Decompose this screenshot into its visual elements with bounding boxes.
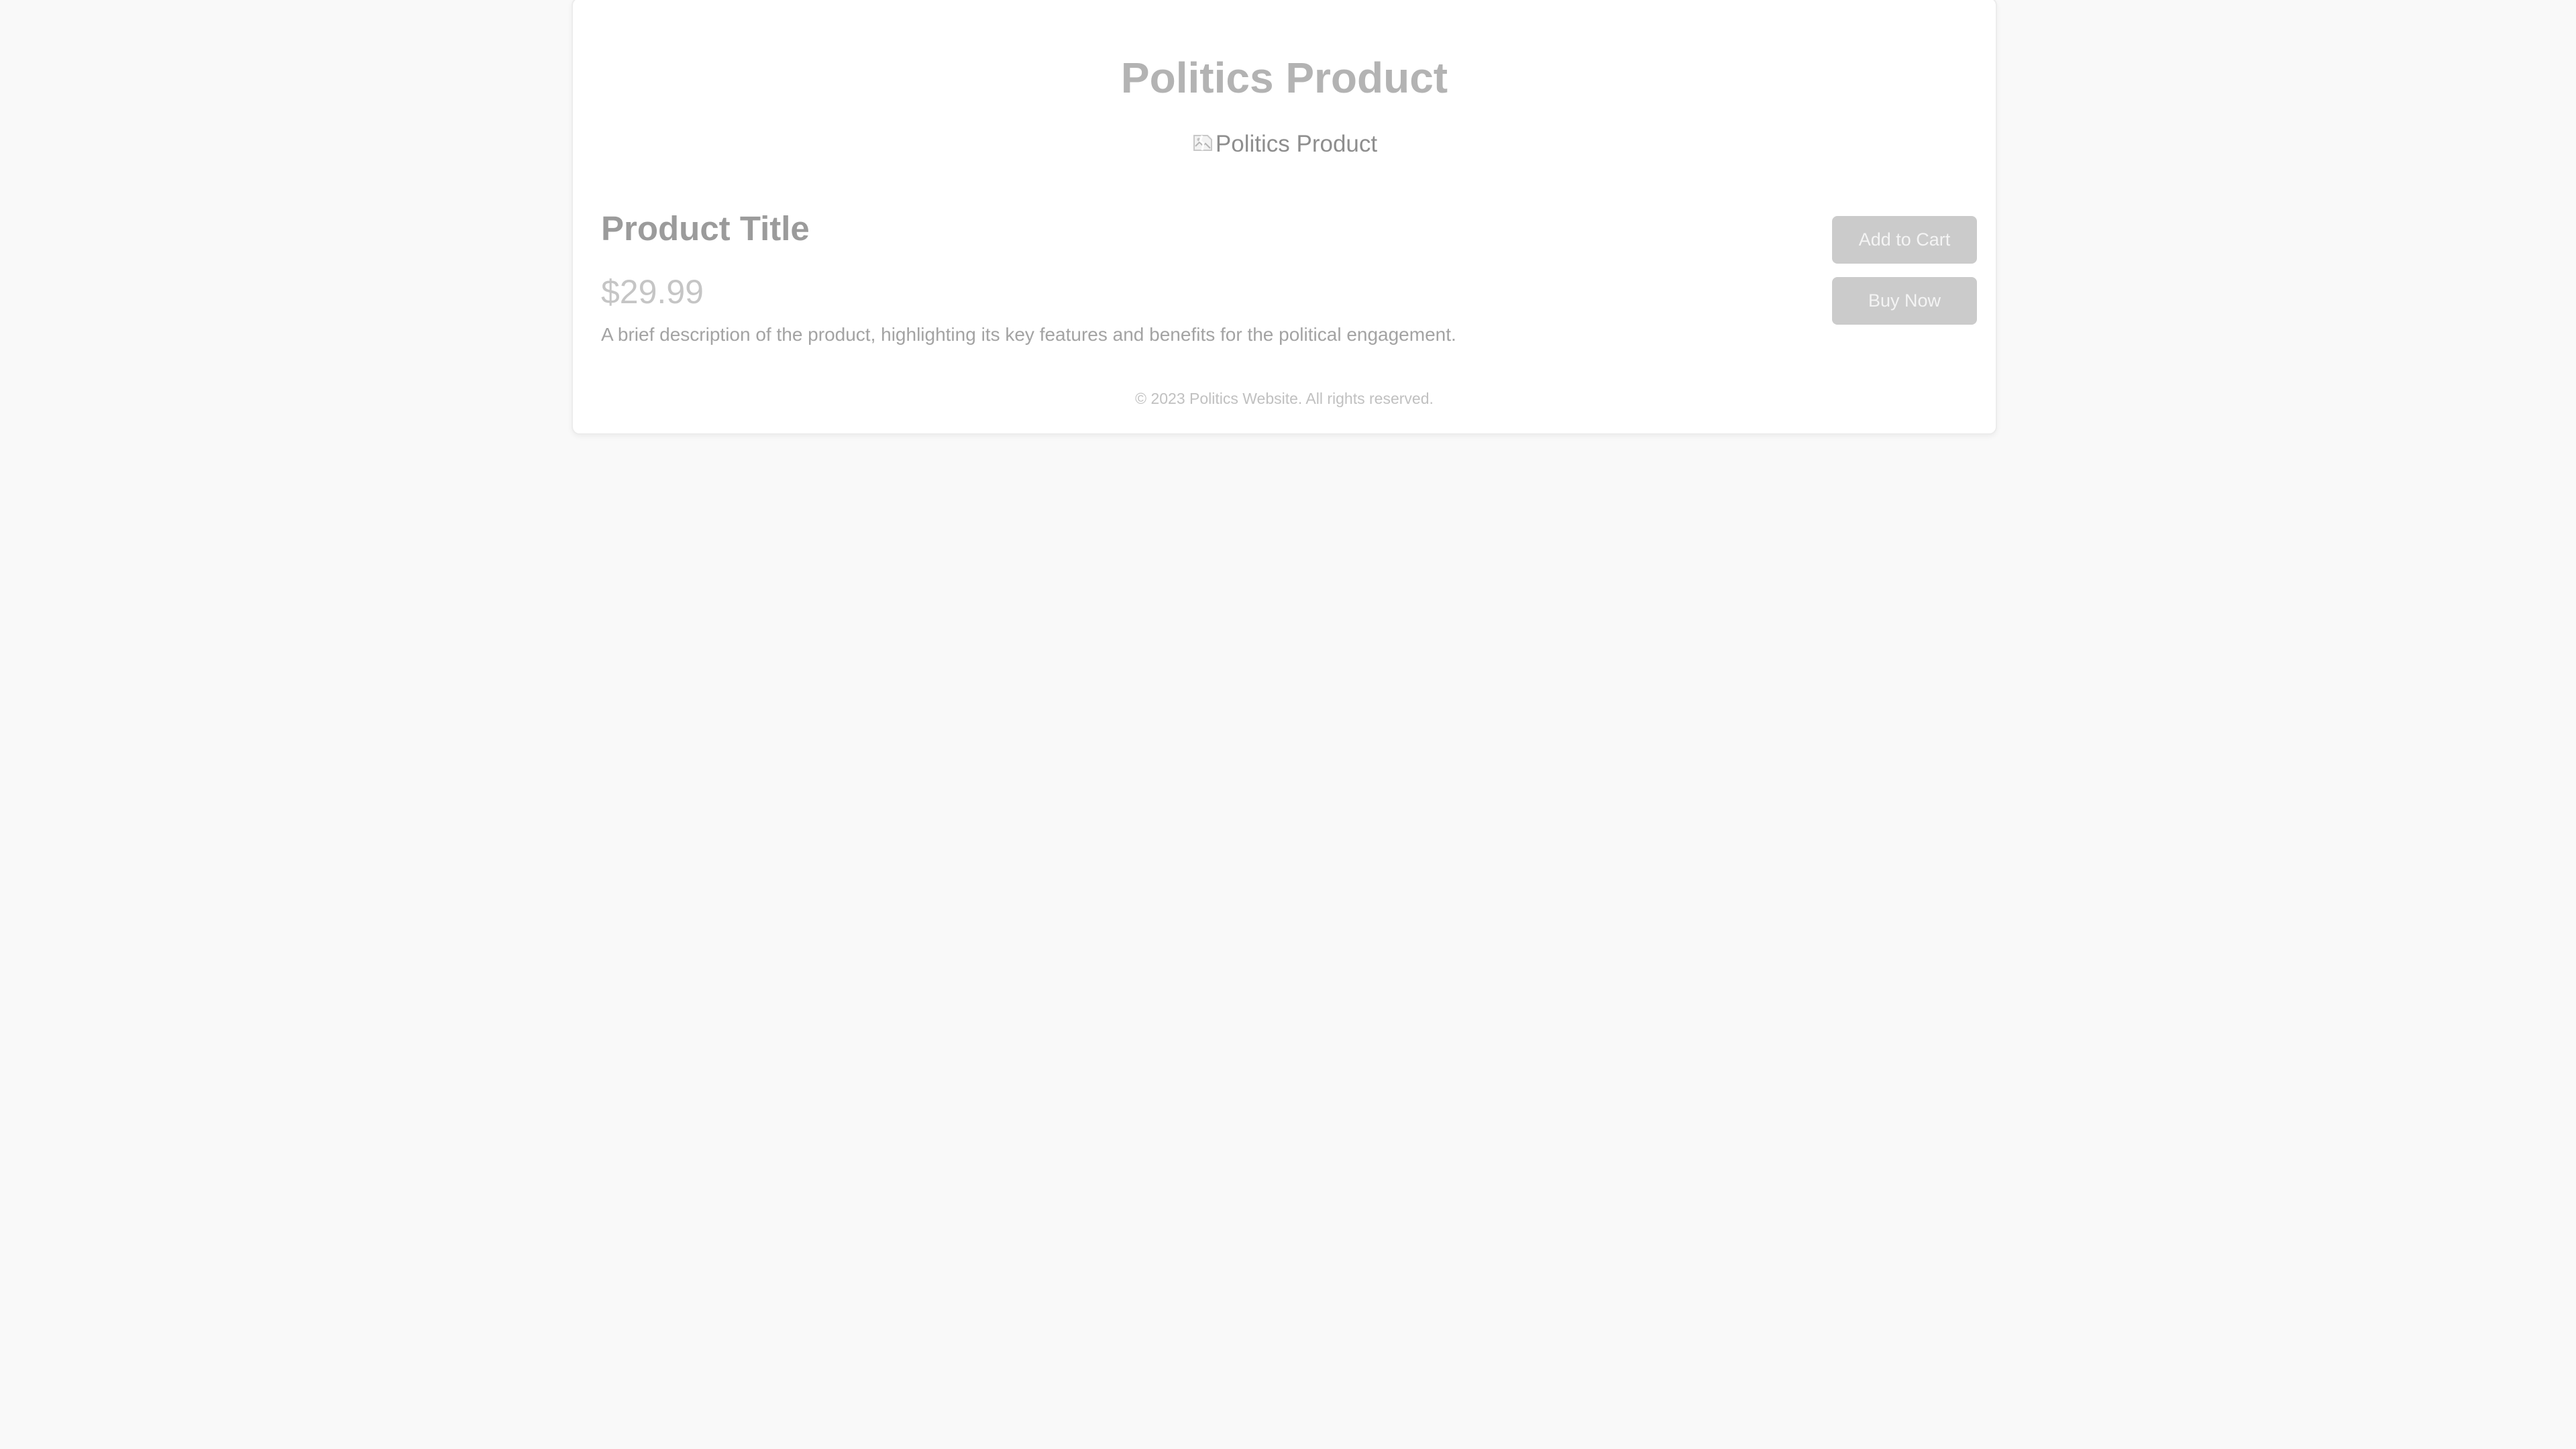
product-image: Politics Product [573,130,1996,158]
page-title: Politics Product [1120,54,1448,102]
footer-copyright: © 2023 Politics Website. All rights rese… [1135,390,1434,407]
product-image-alt-text: Politics Product [1215,131,1378,157]
product-price: $29.99 [601,273,704,311]
product-title: Product Title [601,209,810,248]
broken-image-icon [1191,131,1214,154]
add-to-cart-button[interactable]: Add to Cart [1832,216,1977,264]
product-card: Politics Product Politics Product Produc… [572,0,1997,435]
product-description: A brief description of the product, high… [601,324,1456,345]
buy-now-button[interactable]: Buy Now [1832,277,1977,325]
